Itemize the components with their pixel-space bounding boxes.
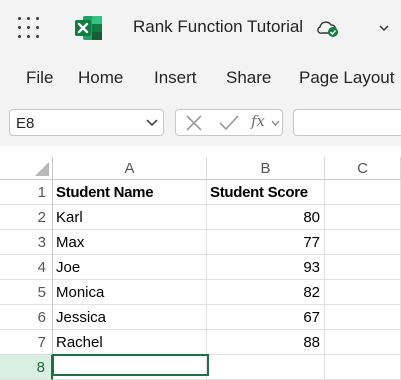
tab-insert[interactable]: Insert (154, 68, 197, 88)
formula-input[interactable] (293, 109, 401, 136)
ribbon-tabs: File Home Insert Share Page Layout (0, 56, 401, 100)
document-title[interactable]: Rank Function Tutorial (133, 17, 303, 37)
select-all-button[interactable] (0, 157, 53, 180)
tab-page-layout[interactable]: Page Layout (299, 68, 394, 88)
cell-a6[interactable]: Jessica (53, 305, 207, 330)
cell-c3[interactable] (325, 230, 401, 255)
cell-c4[interactable] (325, 255, 401, 280)
chevron-down-icon[interactable] (271, 120, 280, 127)
insert-function-icon[interactable]: fx (251, 112, 265, 130)
row-header[interactable]: 3 (0, 230, 53, 255)
row-header[interactable]: 2 (0, 205, 53, 230)
cell-b4[interactable]: 93 (207, 255, 325, 280)
cell-a7[interactable]: Rachel (53, 330, 207, 355)
cell-c2[interactable] (325, 205, 401, 230)
cell-c7[interactable] (325, 330, 401, 355)
name-box-value: E8 (16, 115, 35, 132)
cell-a2[interactable]: Karl (53, 205, 207, 230)
spreadsheet-grid: A B C 1 Student Name Student Score 2 Kar… (0, 146, 401, 380)
column-header-a[interactable]: A (53, 157, 207, 180)
cell-a5[interactable]: Monica (53, 280, 207, 305)
cell-a1[interactable]: Student Name (53, 180, 207, 205)
formula-bar: E8 fx (0, 100, 401, 146)
cell-c1[interactable] (325, 180, 401, 205)
row-header[interactable]: 5 (0, 280, 53, 305)
cell-c8[interactable] (325, 355, 401, 380)
name-box[interactable]: E8 (9, 109, 164, 136)
tab-share[interactable]: Share (226, 68, 271, 88)
tab-home[interactable]: Home (78, 68, 123, 88)
column-header-c[interactable]: C (325, 157, 401, 180)
cell-c5[interactable] (325, 280, 401, 305)
row-header-active[interactable]: 8 (0, 355, 53, 380)
cell-b6[interactable]: 67 (207, 305, 325, 330)
cell-a4[interactable]: Joe (53, 255, 207, 280)
cell-b2[interactable]: 80 (207, 205, 325, 230)
cell-c6[interactable] (325, 305, 401, 330)
cell-b7[interactable]: 88 (207, 330, 325, 355)
row-header[interactable]: 7 (0, 330, 53, 355)
formula-controls: fx (175, 109, 283, 136)
cancel-icon[interactable] (184, 114, 204, 132)
cell-b1[interactable]: Student Score (207, 180, 325, 205)
tab-file[interactable]: File (26, 68, 53, 88)
cell-a3[interactable]: Max (53, 230, 207, 255)
cell-b8[interactable] (207, 355, 325, 380)
app-launcher-icon[interactable] (18, 17, 40, 39)
title-bar: Rank Function Tutorial (0, 0, 401, 56)
checkmark-icon[interactable] (218, 114, 240, 132)
chevron-down-icon[interactable] (145, 117, 159, 129)
chevron-down-icon[interactable] (377, 21, 391, 35)
cell-b5[interactable]: 82 (207, 280, 325, 305)
cell-b3[interactable]: 77 (207, 230, 325, 255)
cell-a8[interactable] (53, 355, 207, 380)
row-header[interactable]: 4 (0, 255, 53, 280)
column-header-b[interactable]: B (207, 157, 325, 180)
cloud-saved-icon[interactable] (316, 17, 340, 39)
excel-logo-icon (75, 16, 102, 40)
row-header[interactable]: 6 (0, 305, 53, 330)
row-header[interactable]: 1 (0, 180, 53, 205)
